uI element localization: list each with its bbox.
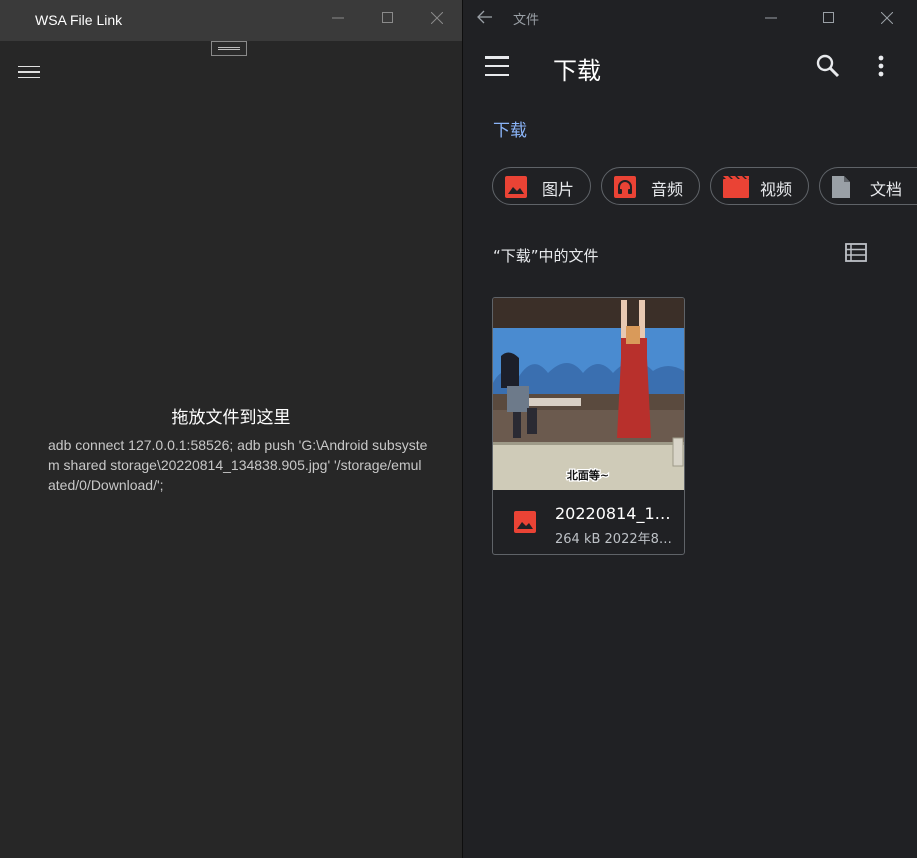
app-bar-title: 下载 bbox=[553, 57, 601, 85]
adb-command-text: adb connect 127.0.0.1:58526; adb push 'G… bbox=[48, 437, 428, 493]
maximize-button[interactable] bbox=[363, 0, 413, 36]
minimize-button[interactable] bbox=[313, 0, 363, 36]
menu-icon-line bbox=[18, 76, 40, 79]
title-bar: 文件 bbox=[463, 0, 917, 36]
drag-handle[interactable] bbox=[211, 41, 247, 56]
files-app-window: 文件 下载 下载 图片 音频 视频 文档 “下载”中的文件 北面等~ 20220… bbox=[463, 0, 917, 858]
window-title: 文件 bbox=[513, 13, 540, 28]
chip-documents[interactable]: 文档 bbox=[819, 167, 917, 205]
menu-icon-line bbox=[18, 65, 40, 68]
maximize-icon bbox=[382, 12, 393, 23]
drop-zone-title: 拖放文件到这里 bbox=[171, 408, 291, 428]
list-view-icon[interactable] bbox=[845, 243, 867, 263]
menu-button[interactable] bbox=[18, 62, 40, 82]
chip-label: 音频 bbox=[651, 180, 684, 199]
image-icon bbox=[505, 176, 527, 198]
file-meta: 264 kB 2022年8月14日 bbox=[555, 532, 675, 547]
back-arrow-icon[interactable] bbox=[475, 7, 495, 27]
app-bar: 下载 bbox=[463, 36, 917, 98]
search-icon[interactable] bbox=[815, 53, 841, 79]
section-heading: “下载”中的文件 bbox=[493, 247, 599, 265]
minimize-icon bbox=[765, 17, 777, 19]
chip-video[interactable]: 视频 bbox=[710, 167, 809, 205]
file-name: 20220814_134838.905.jpg bbox=[555, 504, 675, 523]
minimize-button[interactable] bbox=[746, 0, 796, 36]
file-thumbnail: 北面等~ bbox=[493, 298, 684, 490]
drawer-menu-button[interactable] bbox=[485, 56, 509, 76]
file-card[interactable]: 北面等~ 20220814_134838.905.jpg 264 kB 2022… bbox=[492, 297, 685, 555]
title-bar: WSA File Link bbox=[0, 0, 462, 41]
menu-icon-line bbox=[485, 56, 509, 59]
document-icon bbox=[832, 176, 850, 198]
close-icon bbox=[431, 12, 443, 24]
grip-icon bbox=[218, 47, 240, 50]
maximize-button[interactable] bbox=[804, 0, 854, 36]
close-button[interactable] bbox=[412, 0, 462, 36]
menu-icon-line bbox=[485, 64, 509, 68]
wsa-file-link-window: WSA File Link 拖放文件到这里 adb connect 127.0.… bbox=[0, 0, 462, 858]
chip-audio[interactable]: 音频 bbox=[601, 167, 700, 205]
chip-label: 视频 bbox=[760, 180, 793, 199]
more-options-icon[interactable] bbox=[877, 54, 885, 78]
close-button[interactable] bbox=[862, 0, 912, 36]
video-icon bbox=[723, 176, 749, 198]
menu-icon-line bbox=[485, 73, 509, 76]
chip-label: 图片 bbox=[542, 180, 575, 199]
thumbnail-caption: 北面等~ bbox=[567, 468, 609, 482]
minimize-icon bbox=[332, 17, 344, 19]
breadcrumb[interactable]: 下载 bbox=[493, 116, 527, 141]
chip-label: 文档 bbox=[870, 180, 903, 199]
maximize-icon bbox=[823, 12, 834, 23]
menu-icon-line bbox=[18, 71, 40, 73]
chip-images[interactable]: 图片 bbox=[492, 167, 591, 205]
window-title: WSA File Link bbox=[35, 12, 123, 28]
image-icon bbox=[514, 511, 536, 533]
headphones-icon bbox=[614, 176, 636, 198]
close-icon bbox=[881, 12, 893, 24]
